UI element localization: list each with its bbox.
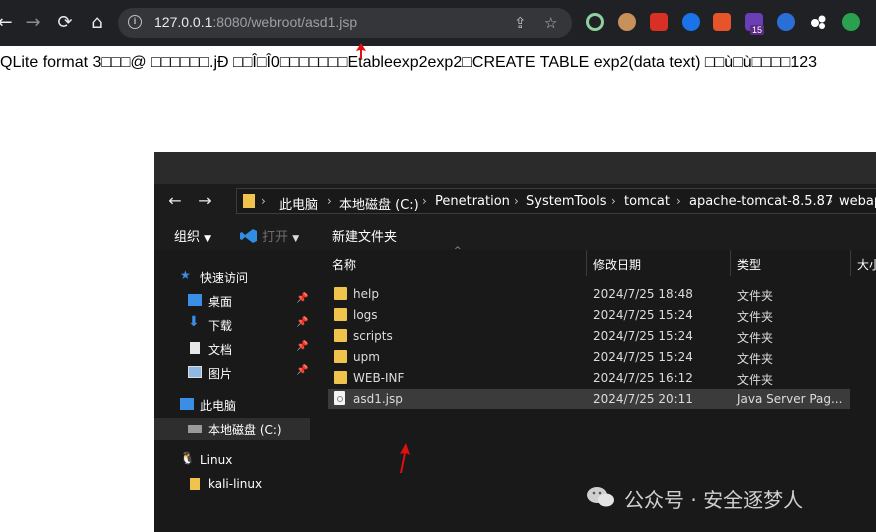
back-icon[interactable]: ← bbox=[164, 190, 186, 212]
forward-icon[interactable]: → bbox=[22, 12, 44, 34]
breadcrumb-this-pc[interactable]: 此电脑 bbox=[279, 194, 318, 213]
star-icon[interactable]: ☆ bbox=[544, 14, 557, 32]
sidebar-item-local-disk[interactable]: 本地磁盘 (C:) bbox=[154, 418, 310, 440]
breadcrumb-webapps[interactable]: webap bbox=[839, 194, 876, 209]
info-icon[interactable]: i bbox=[128, 15, 142, 29]
explorer-address-bar[interactable]: › 此电脑 › 本地磁盘 (C:) › Penetration › System… bbox=[236, 188, 876, 214]
breadcrumb-separator: › bbox=[327, 194, 332, 208]
sidebar-item-desktop[interactable]: 桌面 📌 bbox=[154, 290, 314, 312]
folder-icon bbox=[334, 329, 347, 342]
cookie-extension-icon[interactable] bbox=[618, 13, 636, 31]
home-icon[interactable]: ⌂ bbox=[86, 12, 108, 34]
breadcrumb-systemtools[interactable]: SystemTools bbox=[526, 194, 607, 209]
column-divider[interactable] bbox=[730, 250, 731, 276]
sidebar-item-pictures[interactable]: 图片 📌 bbox=[154, 362, 314, 384]
breadcrumb-separator: › bbox=[828, 194, 833, 208]
sidebar-item-quick-access[interactable]: ★ 快速访问 bbox=[154, 266, 314, 288]
mask-extension-icon[interactable] bbox=[682, 13, 700, 31]
reload-icon[interactable]: ⟳ bbox=[54, 12, 76, 34]
breadcrumb-local-disk[interactable]: 本地磁盘 (C:) bbox=[339, 194, 419, 213]
file-row[interactable]: scripts 2024/7/25 15:24 文件夹 bbox=[328, 326, 850, 346]
browser-toolbar: ← → ⟳ ⌂ i 127.0.0.1:8080/webroot/asd1.js… bbox=[0, 0, 876, 46]
pin-icon[interactable]: 📌 bbox=[296, 293, 308, 304]
file-row-selected[interactable]: asd1.jsp 2024/7/25 20:11 Java Server Pag… bbox=[328, 389, 850, 409]
document-icon bbox=[190, 342, 200, 354]
organize-button[interactable]: 组织 ▼ bbox=[174, 226, 211, 245]
sort-ascending-icon: ^ bbox=[454, 246, 462, 256]
folder-icon bbox=[190, 478, 200, 490]
cube-extension-icon[interactable] bbox=[650, 13, 668, 31]
new-folder-button[interactable]: 新建文件夹 bbox=[332, 226, 397, 245]
navigation-pane: ★ 快速访问 桌面 📌 ⬇ 下载 📌 文档 📌 图片 📌 此电脑 本地磁盘 (C… bbox=[154, 250, 314, 532]
column-divider[interactable] bbox=[850, 250, 851, 276]
forward-icon[interactable]: → bbox=[194, 190, 216, 212]
molecule-extension-icon[interactable] bbox=[809, 13, 827, 31]
file-row[interactable]: WEB-INF 2024/7/25 16:12 文件夹 bbox=[328, 368, 850, 388]
download-icon: ⬇ bbox=[188, 314, 200, 330]
breadcrumb-separator: › bbox=[611, 194, 616, 208]
breadcrumb-separator: › bbox=[514, 194, 519, 208]
dropdown-icon: ▼ bbox=[204, 234, 212, 244]
folder-icon bbox=[334, 308, 347, 321]
star-icon: ★ bbox=[180, 268, 191, 282]
dropdown-icon: ▼ bbox=[292, 234, 300, 244]
extension-badge: 15 bbox=[750, 25, 765, 35]
explorer-toolbar: 组织 ▼ 打开 ▼ 新建文件夹 bbox=[154, 220, 876, 251]
explorer-address-row: ← → › 此电脑 › 本地磁盘 (C:) › Penetration › Sy… bbox=[154, 184, 876, 220]
watermark-text: 公众号 · 安全逐梦人 bbox=[624, 488, 804, 512]
url-text[interactable]: 127.0.0.1:8080/webroot/asd1.jsp bbox=[154, 14, 357, 30]
fox-extension-icon[interactable] bbox=[777, 13, 795, 31]
pin-icon[interactable]: 📌 bbox=[296, 317, 308, 328]
pin-icon[interactable]: 📌 bbox=[296, 365, 308, 376]
breadcrumb-separator: › bbox=[676, 194, 681, 208]
folder-icon bbox=[334, 287, 347, 300]
drive-icon bbox=[188, 425, 202, 433]
penguin-icon: 🐧 bbox=[180, 451, 195, 465]
file-explorer-window: ← → › 此电脑 › 本地磁盘 (C:) › Penetration › Sy… bbox=[154, 152, 876, 532]
breadcrumb-tomcat[interactable]: tomcat bbox=[624, 194, 670, 209]
breadcrumb-apache-tomcat[interactable]: apache-tomcat-8.5.87 bbox=[689, 194, 833, 209]
file-row[interactable]: help 2024/7/25 18:48 文件夹 bbox=[328, 284, 850, 304]
globe-extension-icon[interactable] bbox=[842, 13, 860, 31]
desktop-icon bbox=[188, 294, 202, 306]
folder-icon bbox=[243, 194, 255, 208]
back-icon[interactable]: ← bbox=[0, 12, 16, 34]
picture-icon bbox=[188, 366, 202, 378]
breadcrumb-separator: › bbox=[422, 194, 427, 208]
jsp-file-icon bbox=[334, 391, 345, 405]
explorer-titlebar bbox=[154, 152, 876, 184]
column-header-type[interactable]: 类型 bbox=[737, 256, 761, 273]
folder-icon bbox=[334, 350, 347, 363]
column-header-modified[interactable]: 修改日期 bbox=[593, 256, 641, 273]
sidebar-item-this-pc[interactable]: 此电脑 bbox=[154, 394, 314, 416]
sidebar-item-linux[interactable]: 🐧 Linux bbox=[154, 450, 314, 472]
file-row[interactable]: upm 2024/7/25 15:24 文件夹 bbox=[328, 347, 850, 367]
sidebar-item-documents[interactable]: 文档 📌 bbox=[154, 338, 314, 360]
breadcrumb-separator: › bbox=[261, 194, 266, 208]
address-bar[interactable]: i 127.0.0.1:8080/webroot/asd1.jsp ⇪ ☆ bbox=[118, 8, 572, 38]
percent-extension-icon[interactable] bbox=[713, 13, 731, 31]
wechat-icon bbox=[587, 487, 614, 507]
pin-icon[interactable]: 📌 bbox=[296, 341, 308, 352]
extension-icon[interactable] bbox=[586, 13, 604, 31]
folder-icon bbox=[334, 371, 347, 384]
red-arrow-annotation bbox=[400, 443, 410, 473]
column-header-name[interactable]: 名称 bbox=[332, 256, 356, 273]
open-button[interactable]: 打开 ▼ bbox=[240, 226, 299, 245]
breadcrumb-penetration[interactable]: Penetration bbox=[435, 194, 510, 209]
file-row[interactable]: logs 2024/7/25 15:24 文件夹 bbox=[328, 305, 850, 325]
vscode-icon bbox=[240, 229, 257, 243]
computer-icon bbox=[180, 398, 194, 410]
red-arrow-annotation bbox=[356, 43, 366, 59]
share-icon[interactable]: ⇪ bbox=[514, 14, 527, 32]
column-divider[interactable] bbox=[586, 250, 587, 276]
page-content-text: QLite format 3□□□@ □□□□□□.jÐ □□Î□Î0□□□□□… bbox=[0, 54, 818, 71]
sidebar-item-downloads[interactable]: ⬇ 下载 📌 bbox=[154, 314, 314, 336]
column-header-size[interactable]: 大小 bbox=[857, 256, 876, 273]
sidebar-item-kali-linux[interactable]: kali-linux bbox=[154, 474, 314, 496]
